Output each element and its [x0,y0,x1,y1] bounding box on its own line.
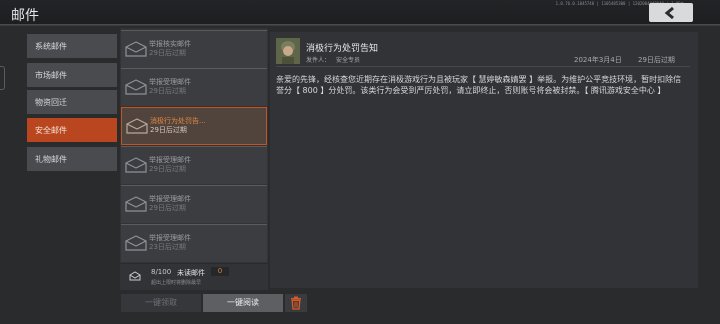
side-handle[interactable] [0,66,5,90]
mail-expire: 29日后过期 [149,165,186,173]
top-bar: 邮件 1.0.76.0.1045748 | 1105485300 | 12020… [0,0,720,26]
title-divider [0,24,720,25]
mail-expire: 29日后过期 [149,87,186,95]
envelope-open-icon [125,235,147,251]
mail-item[interactable]: 举报受理邮件 29日后过期 [121,146,267,184]
envelope-open-icon [125,157,147,173]
category-security[interactable]: 安全邮件 [27,118,117,142]
unread-count: 0 [211,267,229,276]
mailbox-icon [129,271,141,281]
mail-item[interactable]: 举报核实邮件 29日后过期 [121,30,267,68]
mail-detail-panel [270,32,698,288]
mailbox-summary: 8/100 未读邮件 0 超出上限时将删除最早 [120,264,268,290]
capacity-note: 超出上限时将删除最早 [151,280,202,286]
mail-expire: 29日后过期 [149,204,186,212]
mail-item[interactable]: 举报受理邮件 29日后过期 [121,185,267,223]
mail-item-selected[interactable]: 消极行为处罚告... 29日后过期 [121,107,267,145]
mail-expire: 23日后过期 [149,243,186,251]
claim-all-button[interactable]: 一键领取 [121,294,201,312]
mail-date: 2024年3月4日 [574,56,622,64]
sender-name: 安全专员 [336,57,361,64]
envelope-open-icon [125,196,147,212]
envelope-open-icon [125,79,147,95]
envelope-open-icon [125,41,147,57]
mail-expire: 29日后过期 [149,49,186,57]
unread-label: 未读邮件 [177,269,205,277]
mail-count: 8/100 [151,268,172,276]
sender-label: 发件人： [306,57,331,64]
mail-body: 亲爱的先锋，经核查您近期存在消极游戏行为且被玩家【 慧婷敏森婧罢 】举报。为维护… [276,75,682,95]
delete-button[interactable] [285,294,307,312]
category-supply[interactable]: 物资回迁 [27,90,117,114]
mail-item[interactable]: 举报受理邮件 29日后过期 [121,68,267,106]
back-arrow-icon [664,6,674,19]
category-market[interactable]: 市场邮件 [27,63,117,87]
mail-expire-detail: 29日后过期 [638,56,675,64]
mail-item[interactable]: 举报受理邮件 23日后过期 [121,224,267,262]
mail-expire: 29日后过期 [150,126,187,134]
soldier-avatar-icon [276,38,300,64]
back-button[interactable] [649,3,693,22]
read-all-button[interactable]: 一键阅读 [203,294,283,312]
trash-icon [291,296,301,310]
envelope-open-icon [126,118,148,134]
category-system[interactable]: 系统邮件 [27,34,117,58]
sender-avatar [276,38,300,64]
category-gift[interactable]: 礼物邮件 [27,147,117,171]
page-title: 邮件 [11,8,39,24]
detail-divider [276,66,690,67]
mail-detail-title: 消极行为处罚告知 [306,44,379,54]
